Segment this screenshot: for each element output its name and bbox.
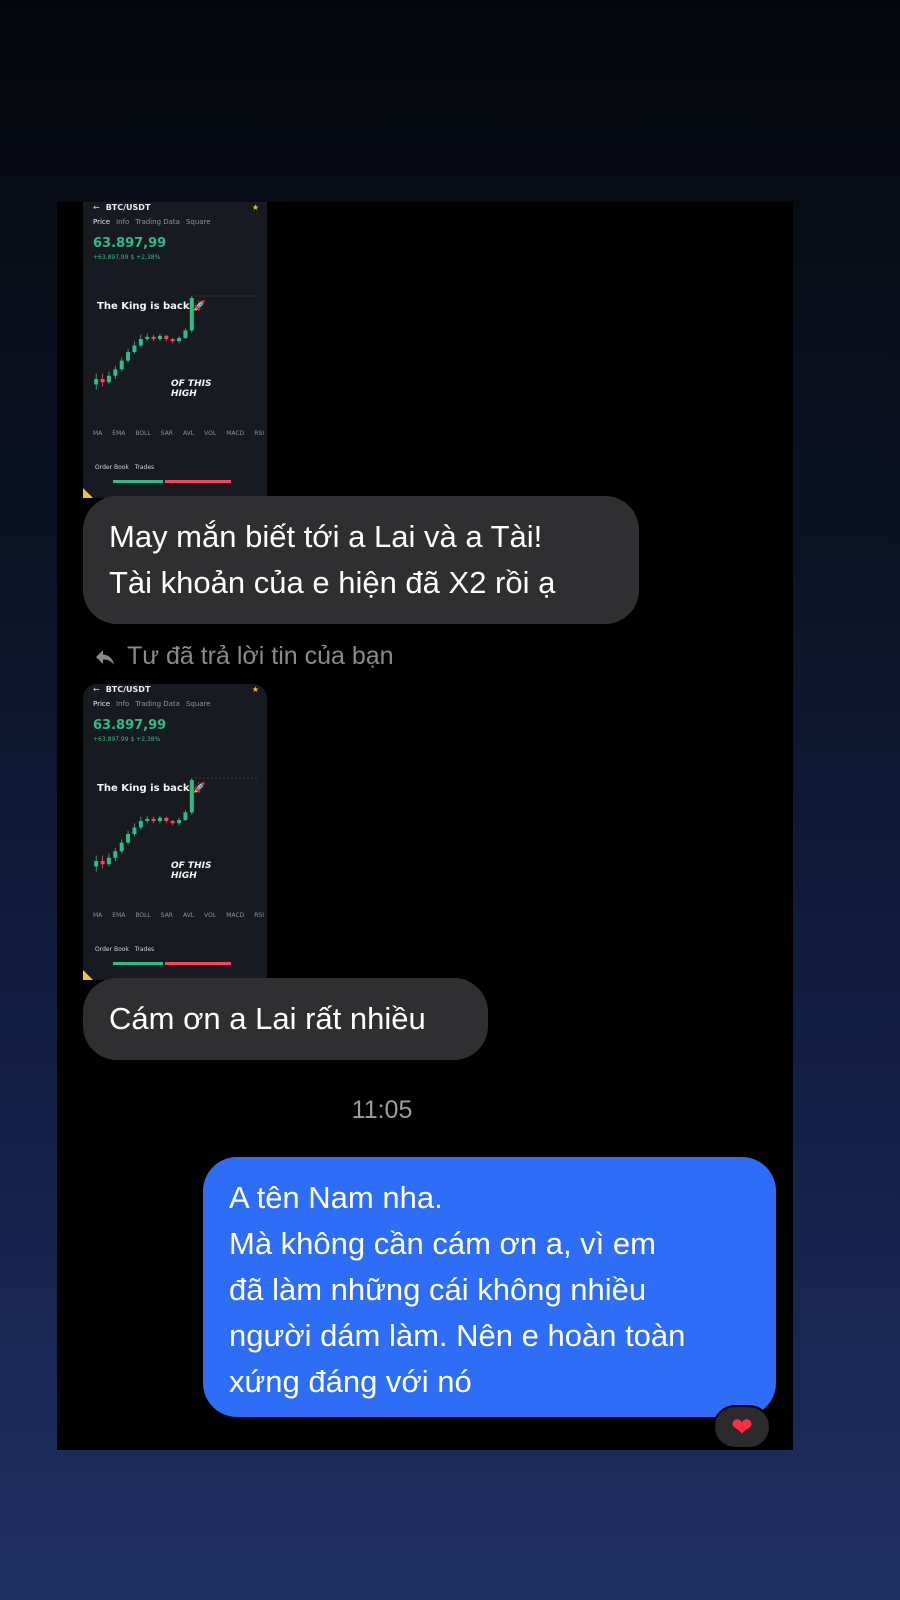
candle-body: [164, 817, 169, 822]
candle-body: [183, 330, 188, 338]
buy-ratio-bar: [113, 480, 163, 483]
candle-body: [170, 339, 175, 342]
candle-body: [157, 335, 162, 340]
candle-body: [132, 345, 137, 352]
candle-body: [132, 827, 137, 834]
candle-body: [126, 834, 131, 843]
candle-body: [138, 339, 143, 346]
buy-ratio-bar: [113, 962, 163, 965]
indicator-row: MA EMA BOLL SAR AVL VOL MACD RSI: [93, 912, 264, 919]
candle-body: [151, 336, 156, 340]
candle-body: [183, 812, 188, 820]
message-line: A tên Nam nha.: [229, 1180, 443, 1215]
candle-body: [151, 818, 156, 822]
candle-body: [145, 336, 150, 340]
rocket-icon: 🚀: [192, 301, 206, 312]
image-corner-marker: [83, 488, 93, 498]
reply-note-text: Tư đã trả lời tin của bạn: [127, 642, 394, 670]
candle-body: [138, 821, 143, 828]
message-line: Tài khoản của e hiện đã X2 rồi ạ: [109, 565, 556, 600]
candlestick-chart: [94, 295, 259, 390]
candle-body: [106, 375, 111, 383]
order-book-tab: Order Book Trades: [95, 946, 155, 953]
timestamp: 11:05: [351, 1096, 413, 1124]
candle-body: [94, 861, 99, 867]
message-line: xứng đáng với nó: [229, 1364, 472, 1399]
message-line: Cám ơn a Lai rất nhiều: [109, 1001, 426, 1036]
candle-body: [100, 379, 105, 383]
incoming-message-2[interactable]: Cám ơn a Lai rất nhiều: [83, 978, 488, 1060]
candle-body: [164, 335, 169, 340]
chat-thread: ← BTC/USDT ★ Price Info Trading Data Squ…: [57, 202, 793, 1450]
chart-caption: The King is back 🚀: [97, 783, 206, 794]
sell-ratio-bar: [165, 962, 231, 965]
chart-screenshot: ← BTC/USDT ★ Price Info Trading Data Squ…: [83, 684, 267, 980]
candle-body: [126, 352, 131, 361]
reply-icon: [96, 649, 114, 665]
candle-body: [94, 379, 99, 385]
image-corner-marker: [83, 970, 93, 980]
incoming-message-1[interactable]: May mắn biết tới a Lai và a Tài! Tài kho…: [83, 496, 639, 624]
chart-screenshot: ← BTC/USDT ★ Price Info Trading Data Squ…: [83, 202, 267, 498]
candle-body: [100, 861, 105, 865]
candle-body: [113, 369, 118, 376]
order-book-tab: Order Book Trades: [95, 464, 155, 471]
candle-body: [113, 851, 118, 858]
message-line: đã làm những cái không nhiều: [229, 1272, 647, 1307]
candle-body: [145, 818, 150, 822]
candle-body: [119, 842, 124, 852]
message-line: người dám làm. Nên e hoàn toàn: [229, 1318, 686, 1353]
chart-caption-2: OF THIS HIGH: [171, 379, 212, 399]
reply-indicator: Tư đã trả lời tin của bạn: [93, 642, 394, 671]
candle-body: [177, 819, 182, 824]
candlestick-chart: [94, 777, 259, 872]
indicator-row: MA EMA BOLL SAR AVL VOL MACD RSI: [93, 430, 264, 437]
candle-body: [170, 821, 175, 824]
candle-body: [157, 817, 162, 822]
attached-image-1[interactable]: ← BTC/USDT ★ Price Info Trading Data Squ…: [83, 202, 267, 498]
message-line: May mắn biết tới a Lai và a Tài!: [109, 519, 543, 554]
chart-caption: The King is back 🚀: [97, 301, 206, 312]
chart-caption-2: OF THIS HIGH: [171, 861, 212, 881]
candle-body: [177, 337, 182, 342]
attached-image-2[interactable]: ← BTC/USDT ★ Price Info Trading Data Squ…: [83, 684, 267, 980]
candle-body: [106, 857, 111, 865]
heart-reaction-icon[interactable]: ❤: [713, 1405, 771, 1449]
sell-ratio-bar: [165, 480, 231, 483]
outgoing-message[interactable]: A tên Nam nha. Mà không cần cám ơn a, vì…: [203, 1157, 776, 1417]
message-line: Mà không cần cám ơn a, vì em: [229, 1226, 656, 1261]
rocket-icon: 🚀: [192, 783, 206, 794]
candle-body: [119, 360, 124, 370]
